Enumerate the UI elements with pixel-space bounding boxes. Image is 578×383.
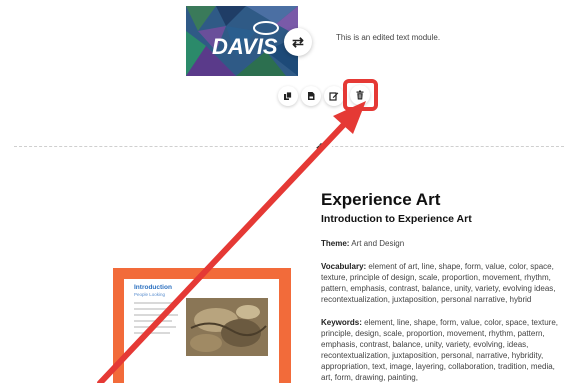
lesson-subtitle: Introduction to Experience Art <box>321 213 472 225</box>
copy-button[interactable] <box>278 86 298 106</box>
book-text-line <box>134 308 174 310</box>
book-text-line <box>134 320 172 322</box>
book-text-line <box>134 302 178 304</box>
save-icon <box>308 92 315 100</box>
book-subtitle: People Looking <box>134 292 166 297</box>
module-divider <box>14 146 564 147</box>
text-module[interactable]: This is an edited text module. <box>336 33 440 42</box>
davis-logo-image[interactable]: DAVIS <box>186 6 298 76</box>
edit-button[interactable] <box>324 86 344 106</box>
swap-button[interactable]: ⇄ <box>284 28 312 56</box>
theme-value: Art and Design <box>349 239 405 248</box>
move-icon: ✥ <box>315 141 327 155</box>
swap-icon: ⇄ <box>292 33 304 50</box>
lesson-title: Experience Art <box>321 190 441 209</box>
keywords-paragraph: Keywords: element, line, shape, form, va… <box>321 317 566 383</box>
theme-line: Theme: Art and Design <box>321 238 566 249</box>
keywords-label: Keywords: <box>321 318 362 327</box>
logo-text: DAVIS <box>212 34 278 59</box>
book-photo-image <box>186 298 268 356</box>
save-button[interactable] <box>301 86 321 106</box>
book-text-line <box>134 326 176 328</box>
book-title: Introduction <box>134 284 172 291</box>
vocabulary-paragraph: Vocabulary: element of art, line, shape,… <box>321 261 566 305</box>
lesson-content: Experience Art Introduction to Experienc… <box>321 190 566 383</box>
edit-icon <box>329 92 339 101</box>
copy-icon <box>284 91 292 100</box>
keywords-value: element, line, shape, form, value, color… <box>321 318 559 382</box>
book-text-line <box>134 314 178 316</box>
book-text-line <box>134 332 170 334</box>
move-handle[interactable]: ✥ <box>310 137 332 159</box>
theme-label: Theme: <box>321 239 350 248</box>
vocabulary-label: Vocabulary: <box>321 262 367 271</box>
delete-highlight-box <box>343 79 378 111</box>
